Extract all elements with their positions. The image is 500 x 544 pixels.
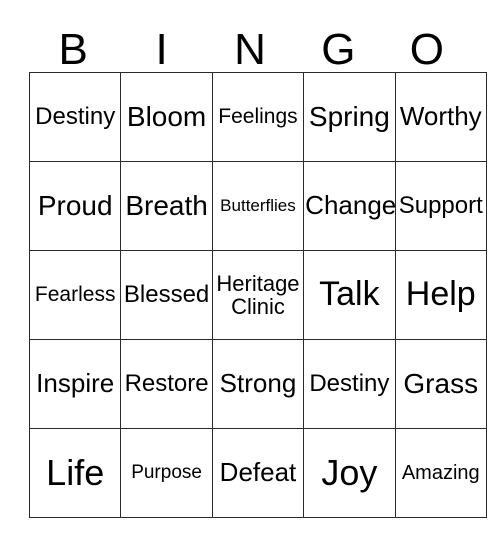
bingo-cell-label: Spring xyxy=(308,101,390,133)
bingo-cell-label: Inspire xyxy=(36,368,115,399)
bingo-cell[interactable]: Life xyxy=(28,428,122,518)
bingo-cell-label: Heritage Clinic xyxy=(216,270,300,319)
bingo-row: Proud Breath Butterflies Change Support xyxy=(28,161,487,251)
bingo-cell-label: Proud xyxy=(37,190,113,222)
bingo-cell[interactable]: Change xyxy=(303,161,396,251)
bingo-cell[interactable]: Destiny xyxy=(28,72,122,162)
bingo-cell[interactable]: Feelings xyxy=(211,72,305,162)
bingo-cell[interactable]: Fearless xyxy=(28,250,122,340)
bingo-cell-free-space[interactable]: Heritage Clinic xyxy=(211,250,305,340)
bingo-row: Life Purpose Defeat Joy Amazing xyxy=(28,428,487,518)
bingo-header-letter-b: B xyxy=(58,25,88,74)
bingo-header-letter-o: O xyxy=(409,25,444,74)
bingo-cell-label: Amazing xyxy=(401,461,480,484)
bingo-cell-label: Destiny xyxy=(309,370,390,398)
bingo-cell-label: Talk xyxy=(319,275,380,314)
bingo-cell[interactable]: Support xyxy=(394,161,487,251)
bingo-cell-label: Bloom xyxy=(126,101,207,133)
bingo-cell-label: Joy xyxy=(321,452,378,494)
bingo-grid: Destiny Bloom Feelings Spring Worthy Pro… xyxy=(28,72,487,518)
bingo-cell[interactable]: Spring xyxy=(303,72,396,162)
bingo-cell-label: Support xyxy=(398,192,483,220)
bingo-card: B I N G O Destiny Bloom Feelings Spring … xyxy=(28,20,487,518)
bingo-cell[interactable]: Bloom xyxy=(120,72,213,162)
bingo-cell-label: Life xyxy=(46,452,105,494)
bingo-cell[interactable]: Help xyxy=(394,250,487,340)
bingo-cell[interactable]: Butterflies xyxy=(211,161,305,251)
bingo-cell[interactable]: Breath xyxy=(120,161,213,251)
bingo-header-letter-n: N xyxy=(234,25,266,74)
bingo-cell-label: Change xyxy=(305,190,396,221)
bingo-header-letter-i: I xyxy=(155,25,168,74)
bingo-cell[interactable]: Talk xyxy=(303,250,396,340)
bingo-cell[interactable]: Joy xyxy=(303,428,396,518)
bingo-cell-label: Purpose xyxy=(131,462,202,484)
bingo-cell-label: Fearless xyxy=(34,282,116,306)
bingo-cell[interactable]: Destiny xyxy=(303,339,396,429)
bingo-cell-label: Help xyxy=(405,275,476,314)
bingo-cell-label: Strong xyxy=(219,368,297,399)
bingo-cell[interactable]: Blessed xyxy=(120,250,213,340)
bingo-header-letter-g: G xyxy=(321,25,356,74)
bingo-cell-label: Destiny xyxy=(35,103,116,131)
bingo-cell-label: Worthy xyxy=(399,101,482,132)
bingo-cell-label: Feelings xyxy=(218,104,298,128)
bingo-cell[interactable]: Worthy xyxy=(394,72,487,162)
bingo-header-row: B I N G O xyxy=(29,20,471,72)
bingo-cell[interactable]: Strong xyxy=(211,339,305,429)
bingo-cell-label: Butterflies xyxy=(220,196,296,216)
bingo-cell-label: Blessed xyxy=(123,281,210,309)
bingo-cell[interactable]: Proud xyxy=(28,161,122,251)
bingo-cell-label: Breath xyxy=(125,190,208,222)
bingo-cell[interactable]: Restore xyxy=(120,339,213,429)
bingo-cell[interactable]: Purpose xyxy=(120,428,213,518)
bingo-cell[interactable]: Inspire xyxy=(28,339,122,429)
bingo-row: Inspire Restore Strong Destiny Grass xyxy=(28,339,487,429)
bingo-cell-label: Defeat xyxy=(219,457,297,488)
bingo-cell-label: Restore xyxy=(124,370,209,398)
bingo-row: Destiny Bloom Feelings Spring Worthy xyxy=(28,72,487,162)
bingo-row: Fearless Blessed Heritage Clinic Talk He… xyxy=(28,250,487,340)
bingo-cell-label: Grass xyxy=(403,368,479,400)
bingo-cell[interactable]: Amazing xyxy=(394,428,487,518)
bingo-cell[interactable]: Grass xyxy=(394,339,487,429)
bingo-cell[interactable]: Defeat xyxy=(211,428,305,518)
